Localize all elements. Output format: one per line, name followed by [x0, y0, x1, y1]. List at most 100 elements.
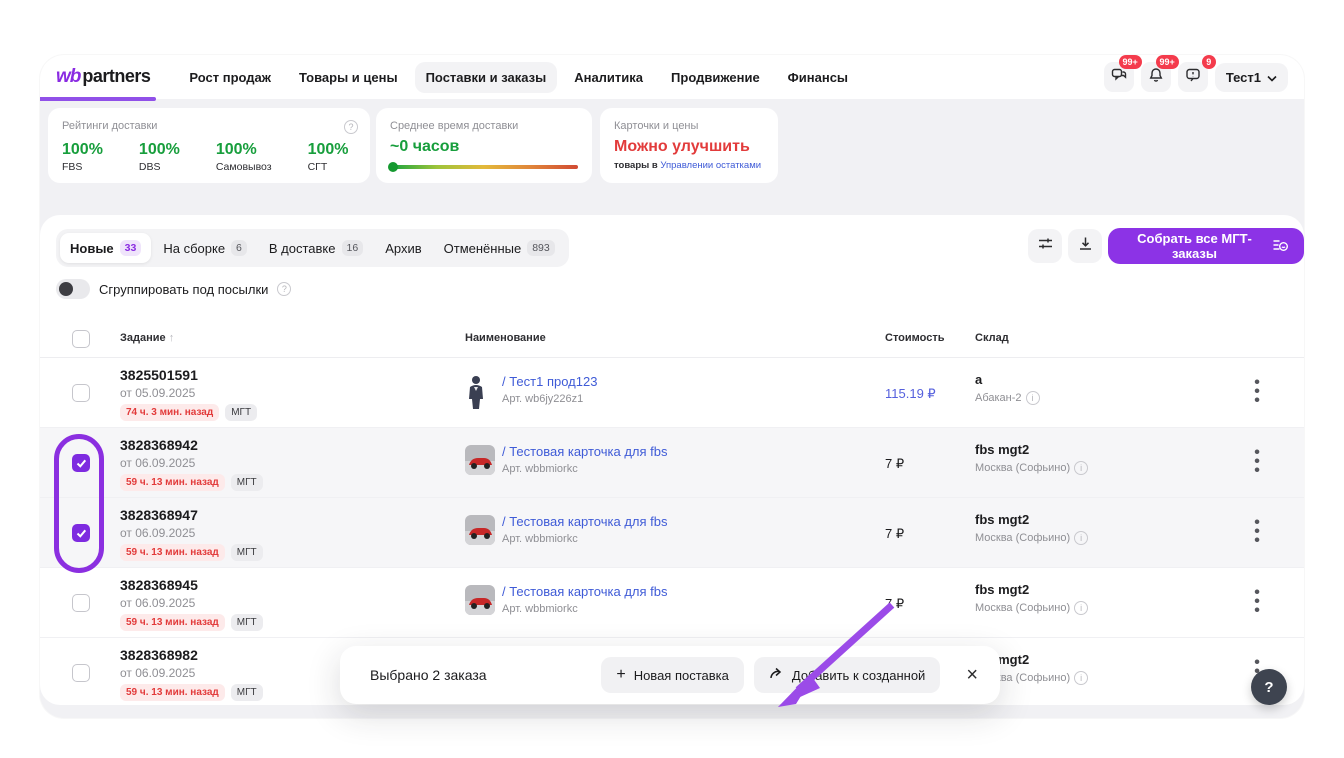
support-badge: 9 [1202, 55, 1216, 69]
group-parcels-help-icon[interactable]: ? [277, 282, 291, 296]
col-name: Наименование [465, 332, 546, 344]
chat-badge: 99+ [1119, 55, 1142, 69]
group-parcels-label: Сгруппировать под посылки [99, 282, 268, 297]
order-date: от 06.09.2025 [120, 596, 195, 610]
nav-analytics[interactable]: Аналитика [563, 62, 654, 93]
warehouse-info-icon[interactable]: i [1074, 461, 1088, 475]
stock-management-link[interactable]: Управлении остатками [660, 160, 761, 171]
cards-prices-card: Карточки и цены Можно улучшить товары в … [600, 108, 778, 183]
product-link[interactable]: / Тест1 прод123 [502, 374, 597, 389]
row-checkbox[interactable] [72, 594, 90, 612]
warehouse-info-icon[interactable]: i [1026, 391, 1040, 405]
row-checkbox[interactable] [72, 454, 90, 472]
delivery-time-gauge [390, 165, 578, 169]
group-parcels-row: Сгруппировать под посылки ? [56, 279, 291, 299]
tab-in-delivery[interactable]: В доставке 16 [259, 233, 373, 263]
chat-button[interactable]: 99+ [1104, 62, 1134, 92]
plus-icon: + [616, 667, 625, 683]
time-ago-badge: 74 ч. 3 мин. назад [120, 404, 219, 421]
chevron-down-icon [1267, 70, 1277, 85]
order-date: от 05.09.2025 [120, 386, 195, 400]
warehouse-location: Москва (Софьино) [975, 602, 1070, 614]
warehouse-location: Москва (Софьино) [975, 462, 1070, 474]
group-parcels-toggle[interactable] [56, 279, 90, 299]
avg-delivery-title: Среднее время доставки [390, 120, 578, 132]
wb-partners-logo[interactable]: wb partners [56, 66, 150, 88]
table-row: 3828368942 от 06.09.2025 59 ч. 13 мин. н… [40, 428, 1304, 498]
close-selection-bar-button[interactable]: × [966, 665, 978, 685]
row-checkbox[interactable] [72, 524, 90, 542]
tab-new-count: 33 [120, 240, 142, 256]
filter-button[interactable] [1028, 229, 1062, 263]
add-to-created-button[interactable]: Добавить к созданной [754, 657, 940, 693]
order-date: от 06.09.2025 [120, 666, 195, 680]
warehouse-info-icon[interactable]: i [1074, 531, 1088, 545]
row-menu-button[interactable]: ••• [1245, 588, 1269, 616]
nav-goods-prices[interactable]: Товары и цены [288, 62, 409, 93]
product-link[interactable]: / Тестовая карточка для fbs [502, 514, 668, 529]
new-supply-button[interactable]: + Новая поставка [601, 657, 744, 693]
order-price: 7 ₽ [885, 456, 904, 472]
nav-finance[interactable]: Финансы [777, 62, 859, 93]
select-all-checkbox[interactable] [72, 330, 90, 348]
product-article: Арт. wbbmiorkc [502, 463, 578, 475]
orders-panel: Новые 33 На сборке 6 В доставке 16 Архив… [40, 215, 1304, 705]
tab-cancelled[interactable]: Отменённые 893 [434, 233, 565, 263]
tab-assembling-count: 6 [231, 240, 247, 256]
product-link[interactable]: / Тестовая карточка для fbs [502, 444, 668, 459]
product-thumbnail [465, 445, 495, 475]
product-article: Арт. wbbmiorkc [502, 603, 578, 615]
mgt-orders-icon [1272, 237, 1288, 256]
tab-archive[interactable]: Архив [375, 234, 431, 263]
col-task[interactable]: Задание ↑ [120, 332, 174, 344]
tab-assembling[interactable]: На сборке 6 [153, 233, 257, 263]
download-button[interactable] [1068, 229, 1102, 263]
row-checkbox[interactable] [72, 664, 90, 682]
row-menu-button[interactable]: ••• [1245, 518, 1269, 546]
warehouse-name: a [975, 372, 982, 387]
sort-asc-icon: ↑ [169, 332, 175, 344]
tab-new[interactable]: Новые 33 [60, 233, 151, 263]
time-ago-badge: 59 ч. 13 мин. назад [120, 474, 225, 491]
rating-pickup: 100% Самовывоз [216, 141, 272, 173]
selected-count-text: Выбрано 2 заказа [370, 667, 487, 683]
order-date: от 06.09.2025 [120, 456, 195, 470]
warehouse-info-icon[interactable]: i [1074, 671, 1088, 685]
notifications-button[interactable]: 99+ [1141, 62, 1171, 92]
rating-dbs: 100% DBS [139, 141, 180, 173]
row-menu-button[interactable]: ••• [1245, 378, 1269, 406]
warehouse-name: fbs mgt2 [975, 442, 1029, 457]
cards-prices-status: Можно улучшить [614, 138, 764, 156]
active-section-underline [40, 97, 156, 101]
row-checkbox[interactable] [72, 384, 90, 402]
order-id: 3828368982 [120, 647, 198, 663]
order-price[interactable]: 115.19 ₽ [885, 386, 936, 402]
support-icon [1185, 67, 1201, 88]
collect-mgt-orders-button[interactable]: Собрать все МГТ-заказы [1108, 228, 1304, 264]
product-link[interactable]: / Тестовая карточка для fbs [502, 584, 668, 599]
time-ago-badge: 59 ч. 13 мин. назад [120, 544, 225, 561]
share-arrow-icon [769, 666, 784, 684]
page: wb partners Рост продаж Товары и цены По… [0, 0, 1344, 758]
user-menu[interactable]: Тест1 [1215, 63, 1288, 92]
nav-promotion[interactable]: Продвижение [660, 62, 771, 93]
table-row: 3825501591 от 05.09.2025 74 ч. 3 мин. на… [40, 358, 1304, 428]
delivery-ratings-values: 100% FBS 100% DBS 100% Самовывоз 100% СГ… [62, 141, 356, 173]
support-button[interactable]: 9 [1178, 62, 1208, 92]
product-article: Арт. wbbmiorkc [502, 533, 578, 545]
bell-icon [1148, 67, 1164, 88]
row-menu-button[interactable]: ••• [1245, 448, 1269, 476]
delivery-ratings-card: Рейтинги доставки ? 100% FBS 100% DBS 10… [48, 108, 370, 183]
mgt-badge: МГТ [231, 684, 263, 701]
help-button[interactable]: ? [1251, 669, 1287, 705]
col-price: Стоимость [885, 332, 945, 344]
cards-prices-hint: товары в Управлении остатками [614, 160, 764, 171]
delivery-ratings-help-icon[interactable]: ? [344, 120, 358, 134]
mgt-badge: МГТ [225, 404, 257, 421]
top-nav-bar: wb partners Рост продаж Товары и цены По… [40, 55, 1304, 99]
cards-prices-title: Карточки и цены [614, 120, 764, 132]
nav-supplies-orders[interactable]: Поставки и заказы [415, 62, 558, 93]
nav-sales-growth[interactable]: Рост продаж [178, 62, 282, 93]
time-ago-badge: 59 ч. 13 мин. назад [120, 614, 225, 631]
warehouse-info-icon[interactable]: i [1074, 601, 1088, 615]
